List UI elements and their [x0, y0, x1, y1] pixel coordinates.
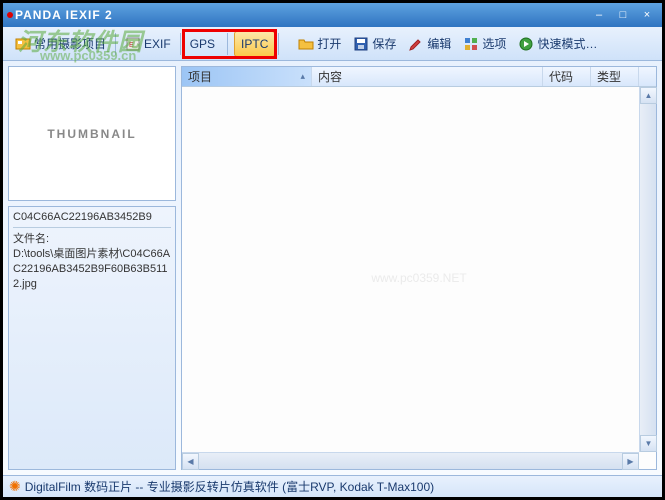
close-button[interactable]: × — [636, 7, 658, 23]
status-ad-text[interactable]: DigitalFilm 数码正片 -- 专业摄影反转片仿真软件 (富士RVP, … — [25, 478, 434, 495]
content-area: THUMBNAIL C04C66AC22196AB3452B9 文件名: D:\… — [3, 61, 662, 475]
edit-label: 编辑 — [427, 35, 451, 52]
toolbar-separator — [115, 33, 116, 55]
open-label: 打开 — [317, 35, 341, 52]
edit-icon — [408, 36, 424, 52]
iptc-button[interactable]: IPTC — [234, 31, 275, 57]
iptc-label: IPTC — [241, 37, 268, 51]
file-info-box: C04C66AC22196AB3452B9 文件名: D:\tools\桌面图片… — [8, 206, 176, 470]
options-icon — [463, 36, 479, 52]
exif-button[interactable]: E EXIF — [119, 31, 177, 57]
folder-open-icon — [298, 36, 314, 52]
save-button[interactable]: 保存 — [347, 31, 402, 57]
data-grid: 项目▴ 内容 代码 类型 www.pc0359.NET ▲ ▼ ◀ ▶ — [181, 66, 657, 470]
toolbar-separator — [180, 33, 181, 55]
horizontal-scrollbar[interactable]: ◀ ▶ — [182, 452, 639, 469]
gps-label: GPS — [190, 37, 215, 51]
toolbar: 常用摄影项目 E EXIF GPS IPTC 打开 保存 — [3, 27, 662, 61]
vertical-scrollbar[interactable]: ▲ ▼ — [639, 87, 656, 452]
grid-header: 项目▴ 内容 代码 类型 — [182, 67, 656, 87]
exif-icon: E — [125, 36, 141, 52]
scroll-left-button[interactable]: ◀ — [182, 453, 199, 470]
scroll-right-button[interactable]: ▶ — [622, 453, 639, 470]
scroll-up-button[interactable]: ▲ — [640, 87, 657, 104]
quick-mode-button[interactable]: 快速模式… — [512, 31, 603, 57]
quick-mode-label: 快速模式… — [537, 35, 597, 52]
statusbar: ✺ DigitalFilm 数码正片 -- 专业摄影反转片仿真软件 (富士RVP… — [3, 475, 662, 497]
svg-text:E: E — [129, 42, 134, 49]
open-button[interactable]: 打开 — [292, 31, 347, 57]
toolbar-separator — [278, 33, 279, 55]
common-items-button[interactable]: 常用摄影项目 — [9, 31, 112, 57]
column-header-code[interactable]: 代码 — [543, 67, 591, 86]
gps-button[interactable]: GPS — [184, 31, 221, 57]
thumbnail-placeholder: THUMBNAIL — [47, 127, 136, 141]
common-items-icon — [15, 36, 31, 52]
quick-mode-icon — [518, 36, 534, 52]
options-label: 选项 — [482, 35, 506, 52]
titlebar: PANDA IEXIF 2 – □ × — [3, 3, 662, 27]
column-header-content[interactable]: 内容 — [312, 67, 543, 86]
save-icon — [353, 36, 369, 52]
app-icon-dot — [7, 12, 13, 18]
grid-watermark: www.pc0359.NET — [371, 271, 466, 285]
minimize-button[interactable]: – — [588, 7, 610, 23]
file-path: D:\tools\桌面图片素材\C04C66AC22196AB3452B9F60… — [13, 247, 171, 292]
exif-label: EXIF — [144, 37, 171, 51]
grid-body: www.pc0359.NET — [182, 87, 656, 469]
app-title: PANDA IEXIF 2 — [15, 8, 113, 22]
file-hash: C04C66AC22196AB3452B9 — [13, 211, 171, 228]
toolbar-separator — [227, 33, 228, 55]
options-button[interactable]: 选项 — [457, 31, 512, 57]
maximize-button[interactable]: □ — [612, 7, 634, 23]
left-pane: THUMBNAIL C04C66AC22196AB3452B9 文件名: D:\… — [8, 66, 176, 470]
scroll-down-button[interactable]: ▼ — [640, 435, 657, 452]
edit-button[interactable]: 编辑 — [402, 31, 457, 57]
column-header-type[interactable]: 类型 — [591, 67, 639, 86]
thumbnail-box: THUMBNAIL — [8, 66, 176, 201]
filename-label: 文件名: — [13, 232, 171, 247]
starburst-icon: ✺ — [9, 478, 21, 495]
sort-indicator-icon: ▴ — [300, 71, 305, 82]
column-header-item[interactable]: 项目▴ — [182, 67, 312, 86]
common-items-label: 常用摄影项目 — [34, 35, 106, 52]
gps-iptc-group: GPS IPTC — [184, 31, 276, 57]
save-label: 保存 — [372, 35, 396, 52]
